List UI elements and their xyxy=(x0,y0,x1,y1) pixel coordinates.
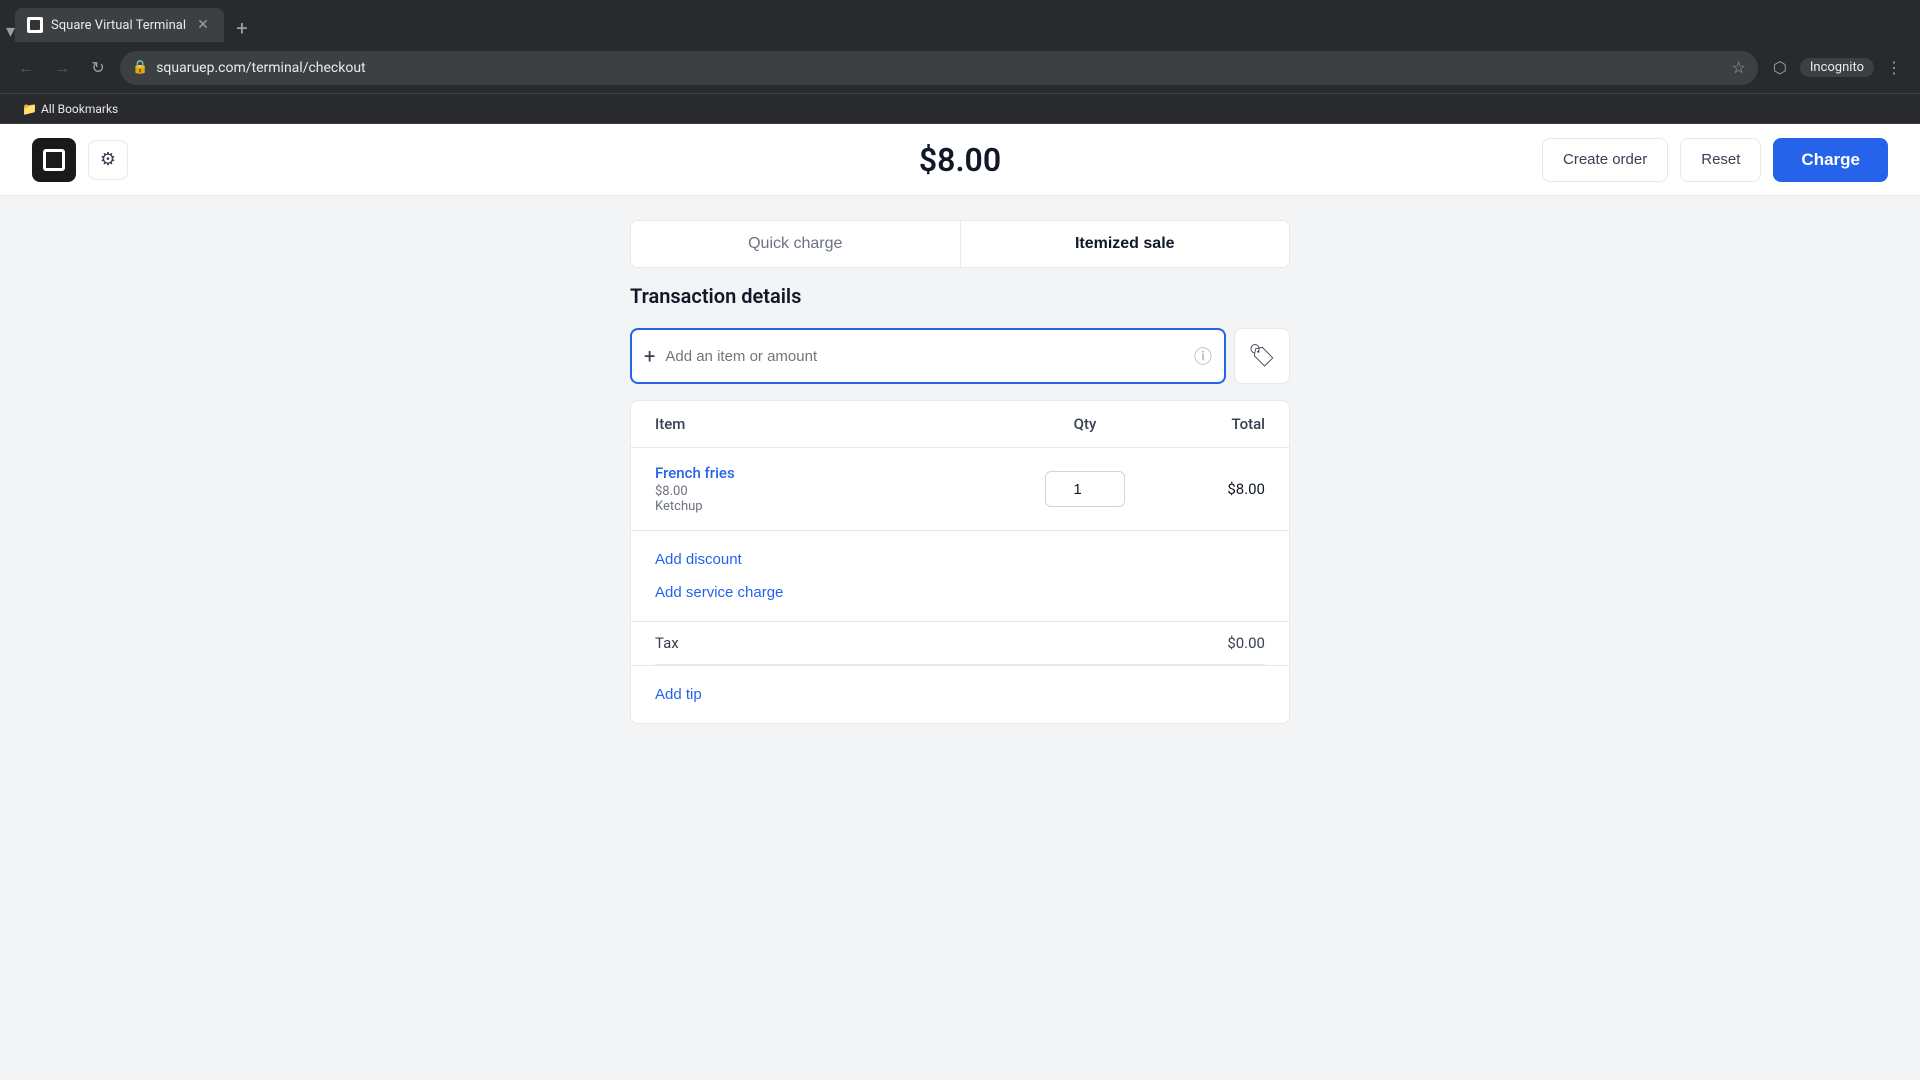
incognito-label: Incognito xyxy=(1810,60,1864,75)
add-discount-btn[interactable]: Add discount xyxy=(655,543,742,576)
url-display: squaruep.com/terminal/checkout xyxy=(156,60,1723,76)
transaction-section: Transaction details xyxy=(630,284,1290,312)
page-content: ⚙ $8.00 Create order Reset Charge Quick … xyxy=(0,124,1920,1080)
tax-label: Tax xyxy=(655,634,679,652)
tab-favicon xyxy=(27,17,43,33)
close-tab-btn[interactable]: ✕ xyxy=(194,16,212,34)
tab-itemized-sale[interactable]: Itemized sale xyxy=(961,221,1290,267)
coupon-btn[interactable]: 🏷 xyxy=(1234,328,1290,384)
col-qty-header: Qty xyxy=(1025,415,1145,433)
item-price: $8.00 xyxy=(655,484,1025,499)
bookmarks-bar: 📁 All Bookmarks xyxy=(0,94,1920,124)
new-tab-btn[interactable]: + xyxy=(228,14,256,42)
add-icon: + xyxy=(644,344,655,368)
item-name-link[interactable]: French fries xyxy=(655,464,1025,482)
qty-input[interactable] xyxy=(1045,471,1125,507)
settings-btn[interactable]: ⚙ xyxy=(88,140,128,180)
tax-value: $0.00 xyxy=(1227,634,1265,652)
tab-quick-charge[interactable]: Quick charge xyxy=(631,221,961,267)
item-input-row: + ⓘ 🏷 xyxy=(630,328,1290,384)
address-bar: ← → ↻ 🔒 squaruep.com/terminal/checkout ☆… xyxy=(0,42,1920,94)
bookmark-star-icon[interactable]: ☆ xyxy=(1732,58,1746,77)
item-input-field[interactable] xyxy=(665,348,1184,365)
app-header: ⚙ $8.00 Create order Reset Charge xyxy=(0,124,1920,196)
total-amount: $8.00 xyxy=(919,141,1001,179)
items-table: Item Qty Total French fries $8.00 Ketchu… xyxy=(630,400,1290,724)
row-total: $8.00 xyxy=(1145,480,1265,498)
item-input-wrap[interactable]: + ⓘ xyxy=(630,328,1226,384)
lock-icon: 🔒 xyxy=(132,60,148,75)
add-tip-section: Add tip xyxy=(631,665,1289,723)
browser-menu-btn[interactable]: ⋮ xyxy=(1880,54,1908,82)
add-service-charge-btn[interactable]: Add service charge xyxy=(655,576,783,609)
gear-icon: ⚙ xyxy=(100,149,116,170)
tab-switcher: Quick charge Itemized sale xyxy=(630,220,1290,268)
profile-btn[interactable]: Incognito xyxy=(1800,58,1874,77)
reset-button[interactable]: Reset xyxy=(1680,138,1761,182)
forward-btn[interactable]: → xyxy=(48,54,76,82)
col-item-header: Item xyxy=(655,415,1025,433)
create-order-button[interactable]: Create order xyxy=(1542,138,1668,182)
browser-actions: ⬡ Incognito ⋮ xyxy=(1766,54,1908,82)
tab-bar: ▾ Square Virtual Terminal ✕ + xyxy=(0,0,1920,42)
bookmarks-all[interactable]: 📁 All Bookmarks xyxy=(16,100,124,118)
tab-title: Square Virtual Terminal xyxy=(51,18,186,33)
item-modifier: Ketchup xyxy=(655,499,1025,514)
address-input[interactable]: 🔒 squaruep.com/terminal/checkout ☆ xyxy=(120,51,1758,85)
main-content: Quick charge Itemized sale Transaction d… xyxy=(0,196,1920,1080)
tab-dropdown-btn[interactable]: ▾ xyxy=(6,21,15,42)
col-total-header: Total xyxy=(1145,415,1265,433)
bookmarks-label: All Bookmarks xyxy=(41,102,118,116)
coupon-icon: 🏷 xyxy=(1248,344,1276,369)
checkout-container: Quick charge Itemized sale Transaction d… xyxy=(630,220,1290,1056)
table-row: French fries $8.00 Ketchup $8.00 xyxy=(631,448,1289,530)
charge-button[interactable]: Charge xyxy=(1773,138,1888,182)
info-icon[interactable]: ⓘ xyxy=(1194,343,1212,369)
tax-row: Tax $0.00 xyxy=(631,621,1289,664)
table-header: Item Qty Total xyxy=(631,401,1289,448)
bookmarks-folder-icon: 📁 xyxy=(22,102,37,116)
active-tab[interactable]: Square Virtual Terminal ✕ xyxy=(15,8,224,42)
extensions-btn[interactable]: ⬡ xyxy=(1766,54,1794,82)
row-item-info: French fries $8.00 Ketchup xyxy=(655,464,1025,514)
table-footer: Add discount Add service charge xyxy=(631,530,1289,621)
refresh-btn[interactable]: ↻ xyxy=(84,54,112,82)
back-btn[interactable]: ← xyxy=(12,54,40,82)
header-actions: Create order Reset Charge xyxy=(1542,138,1888,182)
square-logo xyxy=(32,138,76,182)
add-tip-btn[interactable]: Add tip xyxy=(655,678,702,711)
section-title: Transaction details xyxy=(630,284,1290,308)
